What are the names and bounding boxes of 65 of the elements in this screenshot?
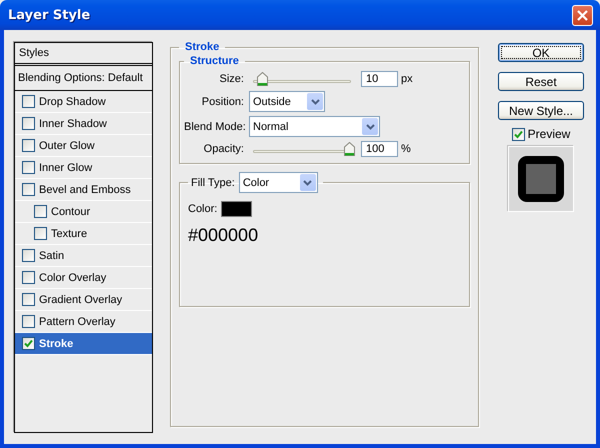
style-list-item[interactable]: Blending Options: Default [15,66,152,91]
checkbox[interactable] [34,227,47,240]
field-label: Fill Type: [191,176,235,188]
stroke-preview-icon [518,156,564,202]
group-title: Stroke [184,41,220,53]
style-list-row[interactable]: Color Overlay [15,267,152,289]
checkbox[interactable] [22,183,35,196]
style-list-row[interactable]: Satin [15,245,152,267]
item-label: Gradient Overlay [39,294,122,306]
checkbox-label: Preview [528,127,570,141]
item-label: Inner Glow [39,162,92,174]
item-label: Contour [51,206,90,218]
item-label: Satin [39,250,64,262]
dialog-button[interactable]: OK [498,43,584,62]
number-field[interactable]: 100 [361,141,398,157]
item-label: Bevel and Emboss [39,184,131,196]
checkbox[interactable] [22,249,35,262]
style-list-row[interactable]: Outer Glow [15,135,152,157]
close-icon [576,8,589,22]
checkbox[interactable] [22,293,35,306]
hex-value: #000000 [188,225,260,246]
checkbox[interactable] [22,271,35,284]
dropdown[interactable]: Color [238,172,318,193]
group-title: Structure [189,55,240,67]
unit-label: px [401,73,413,85]
dialog-button[interactable]: New Style... [498,101,584,120]
item-label: Outer Glow [39,140,95,152]
window-title: Layer Style [8,8,90,22]
item-label: Pattern Overlay [39,316,116,328]
item-label: Inner Shadow [39,118,107,130]
checkbox[interactable] [22,117,35,130]
item-label: Stroke [39,338,74,350]
field-label: Blend Mode: [184,120,244,132]
style-list-row[interactable]: Inner Shadow [15,113,152,135]
checkbox[interactable] [22,139,35,152]
style-list-row[interactable]: Stroke [15,333,152,355]
color-swatch[interactable] [221,201,252,217]
checkbox[interactable] [34,205,47,218]
number-field[interactable]: 10 [361,71,398,87]
field-label: Position: [200,96,244,108]
style-list-item[interactable]: Styles [15,43,152,66]
style-list-row[interactable]: Bevel and Emboss [15,179,152,201]
field-label: Color: [188,203,218,215]
item-label: Drop Shadow [39,96,106,108]
dialog-button[interactable]: Reset [498,72,584,91]
style-list-row[interactable]: Drop Shadow [15,91,152,113]
slider-thumb[interactable] [344,142,355,156]
style-list-row[interactable]: Texture [15,223,152,245]
item-label: Color Overlay [39,272,106,284]
field-label: Size: [218,73,244,85]
field-label: Opacity: [202,143,244,155]
style-list-row[interactable]: Contour [15,201,152,223]
style-list-row[interactable]: Gradient Overlay [15,289,152,311]
checkbox[interactable] [22,161,35,174]
checkbox[interactable] [22,315,35,328]
unit-label: % [401,143,411,155]
checkbox[interactable] [22,95,35,108]
checkbox[interactable] [22,337,35,350]
checkbox[interactable] [512,128,525,140]
item-label: Texture [51,228,88,240]
close-button[interactable] [572,4,593,26]
style-list-row[interactable]: Inner Glow [15,157,152,179]
dropdown[interactable]: Normal [249,116,380,137]
dropdown[interactable]: Outside [249,91,325,112]
slider-thumb[interactable] [256,72,268,86]
